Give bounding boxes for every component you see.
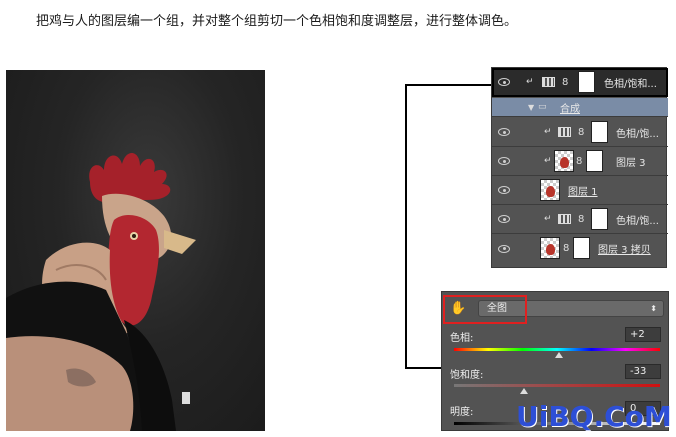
eye-icon[interactable] xyxy=(497,128,511,137)
saturation-slider-track[interactable] xyxy=(454,384,660,387)
layer-mask-thumbnail xyxy=(578,71,595,93)
layer-row-group[interactable]: ▼ ▭ 合成 xyxy=(492,98,668,117)
adjustment-layer-icon xyxy=(558,214,571,224)
connector-line-bottom xyxy=(405,367,445,369)
chevron-updown-icon: ⬍ xyxy=(650,304,657,313)
layer-name: 图层 3 拷贝 xyxy=(598,245,651,256)
adjustment-layer-icon xyxy=(558,127,571,137)
eye-icon[interactable] xyxy=(497,78,511,87)
watermark-logo: UiBQ.CoM xyxy=(516,400,672,433)
hue-value-field[interactable]: +2 xyxy=(625,327,661,342)
saturation-label: 饱和度: xyxy=(450,370,484,381)
layer-thumbnail xyxy=(554,150,574,172)
layer-name: 图层 1 xyxy=(568,186,598,198)
eye-icon[interactable] xyxy=(497,244,511,253)
layer-name: 色相/饱... xyxy=(616,128,659,140)
hue-label: 色相: xyxy=(450,333,474,344)
layer-mask-thumbnail xyxy=(573,237,590,259)
eye-icon[interactable] xyxy=(497,186,511,195)
saturation-slider-knob[interactable] xyxy=(520,388,529,394)
clip-arrow-icon: ↵ xyxy=(544,127,552,137)
layer-row-layer3[interactable]: ↵ 8 图层 3 xyxy=(492,147,668,176)
rooster-illustration xyxy=(6,152,196,431)
chain-icon: 8 xyxy=(562,76,569,88)
layer-name: 色相/饱... xyxy=(616,215,659,227)
chain-icon: 8 xyxy=(578,126,585,138)
layer-name: 合成 xyxy=(560,103,580,115)
hue-slider-knob[interactable] xyxy=(555,352,564,358)
adjustment-layer-icon xyxy=(542,77,555,87)
chain-icon: 8 xyxy=(578,213,585,225)
connector-line-vertical xyxy=(405,84,407,369)
chain-icon: 8 xyxy=(563,243,570,254)
eye-icon[interactable] xyxy=(497,157,511,166)
layer-mask-thumbnail xyxy=(591,208,608,230)
clip-arrow-icon: ↵ xyxy=(544,214,552,224)
layer-row-hue-sat-2[interactable]: ↵ 8 色相/饱... xyxy=(492,205,668,234)
layer-row-layer1[interactable]: 图层 1 xyxy=(492,176,668,205)
layer-thumbnail xyxy=(540,237,560,259)
folder-icon: ▭ xyxy=(538,102,547,112)
layer-thumbnail xyxy=(540,179,560,201)
eye-icon[interactable] xyxy=(497,215,511,224)
chain-icon: 8 xyxy=(576,155,583,167)
lightness-label: 明度: xyxy=(450,407,474,418)
clip-arrow-icon: ↵ xyxy=(526,77,534,87)
layer-row-hue-sat-top[interactable]: ↵ 8 色相/饱和... xyxy=(492,68,668,97)
rooster-man-photo xyxy=(6,70,265,431)
instruction-text: 把鸡与人的图层编一个组，并对整个组剪切一个色相饱和度调整层，进行整体调色。 xyxy=(36,14,518,29)
expand-triangle-icon[interactable]: ▼ xyxy=(528,103,534,112)
layer-name: 图层 3 xyxy=(616,157,646,169)
layer-name: 色相/饱和... xyxy=(604,78,657,90)
highlight-box xyxy=(443,295,527,324)
saturation-value-field[interactable]: -33 xyxy=(625,364,661,379)
clip-arrow-icon: ↵ xyxy=(544,156,552,166)
layer-row-layer3-copy[interactable]: 8 图层 3 拷贝 xyxy=(492,234,668,263)
layer-mask-thumbnail xyxy=(591,121,608,143)
layers-panel: ↵ 8 色相/饱和... ▼ ▭ 合成 ↵ 8 色相/饱... ↵ 8 图层 3… xyxy=(491,67,668,268)
layer-mask-thumbnail xyxy=(586,150,603,172)
connector-line-top xyxy=(405,84,491,86)
layer-row-hue-sat[interactable]: ↵ 8 色相/饱... xyxy=(492,118,668,147)
hue-slider-track[interactable] xyxy=(454,348,660,351)
